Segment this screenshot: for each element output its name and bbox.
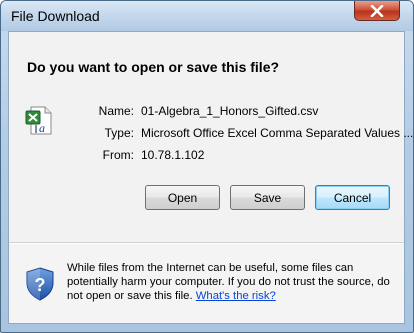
- file-type-value: Microsoft Office Excel Comma Separated V…: [141, 126, 414, 140]
- svg-text:?: ?: [35, 275, 46, 295]
- whats-the-risk-link[interactable]: What's the risk?: [196, 290, 276, 302]
- window-title: File Download: [11, 8, 100, 24]
- close-button[interactable]: [354, 1, 400, 21]
- dialog-question: Do you want to open or save this file?: [27, 59, 280, 75]
- file-download-dialog: File Download Do you want to open or sav…: [0, 0, 414, 333]
- shield-question-icon: ?: [26, 267, 54, 301]
- cancel-button[interactable]: Cancel: [315, 185, 390, 210]
- file-name-value: 01-Algebra_1_Honors_Gifted.csv: [141, 104, 319, 118]
- from-label: From:: [102, 148, 134, 162]
- type-label: Type:: [104, 126, 134, 140]
- open-button[interactable]: Open: [145, 185, 220, 210]
- title-bar[interactable]: File Download: [1, 1, 413, 31]
- save-button[interactable]: Save: [230, 185, 305, 210]
- warning-message: While files from the Internet can be use…: [67, 261, 397, 303]
- close-icon: [370, 4, 384, 17]
- file-from-row: From: 10.78.1.102: [9, 148, 404, 164]
- file-name-row: Name: 01-Algebra_1_Honors_Gifted.csv: [9, 104, 404, 120]
- security-warning: ? While files from the Internet can be u…: [9, 244, 404, 323]
- file-type-row: Type: Microsoft Office Excel Comma Separ…: [9, 126, 413, 142]
- file-from-value: 10.78.1.102: [141, 148, 205, 162]
- name-label: Name:: [98, 104, 134, 118]
- dialog-body: Do you want to open or save this file? a…: [8, 31, 413, 324]
